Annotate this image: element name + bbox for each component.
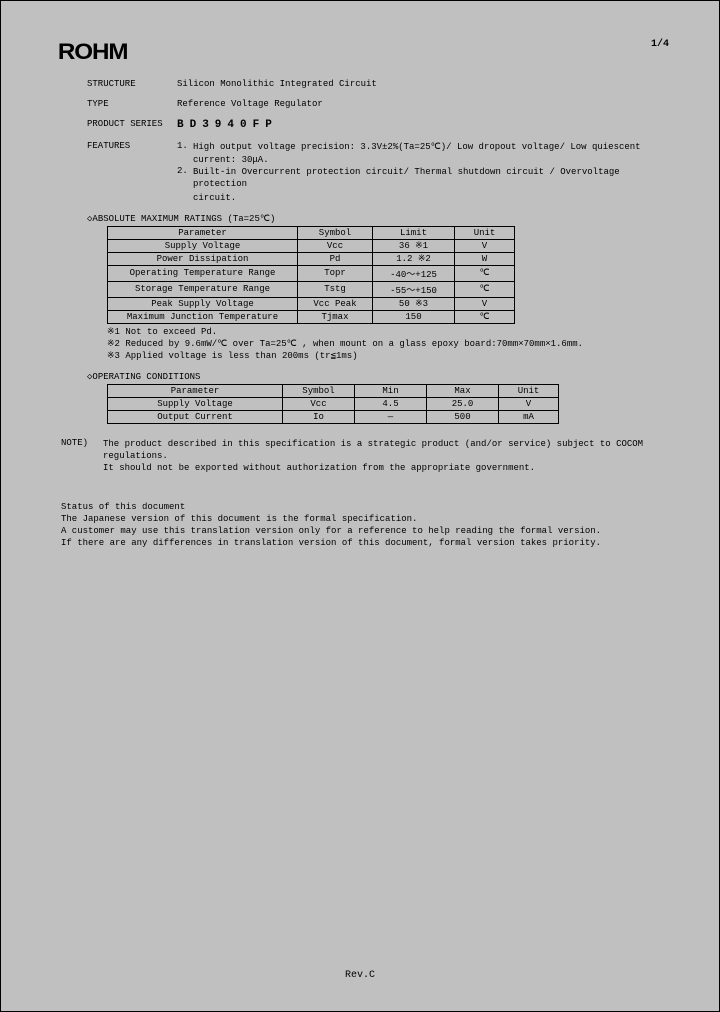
cell: ℃ [455,281,515,297]
page-number: 1/4 [651,39,669,50]
feature-num: 2. [177,166,193,190]
cell: Output Current [108,411,283,424]
cell: 25.0 [427,398,499,411]
op-cond-table: Parameter Symbol Min Max Unit Supply Vol… [107,384,559,424]
cell: Storage Temperature Range [108,281,298,297]
table-row: Output CurrentIo—500mA [108,411,559,424]
th-symbol: Symbol [298,226,373,239]
cell: Tstg [298,281,373,297]
feature-cont: circuit. [177,192,669,204]
cell: 500 [427,411,499,424]
cell: — [355,411,427,424]
table-row: Power DissipationPd1.2 ※2W [108,252,515,265]
table-row: Peak Supply VoltageVcc Peak50 ※3V [108,297,515,310]
feature-num: 1. [177,141,193,153]
type-value: Reference Voltage Regulator [177,99,669,109]
status-line: A customer may use this translation vers… [61,525,669,537]
revision: Rev.C [1,970,719,981]
cell: Peak Supply Voltage [108,297,298,310]
status-line: Status of this document [61,501,669,513]
cell: 150 [373,310,455,323]
status-line: If there are any differences in translat… [61,537,669,549]
abs-max-title: ◇ABSOLUTE MAXIMUM RATINGS (Ta=25℃) [87,214,669,224]
cell: Vcc [283,398,355,411]
note-line: ※2 Reduced by 9.6mW/℃ over Ta=25℃ , when… [107,338,669,350]
note-text: The product described in this specificat… [103,438,669,474]
product-series: BD3940FP [177,119,669,131]
cell: 36 ※1 [373,239,455,252]
cell: 1.2 ※2 [373,252,455,265]
th-unit: Unit [499,385,559,398]
cell: Maximum Junction Temperature [108,310,298,323]
cell: Supply Voltage [108,398,283,411]
cell: Topr [298,265,373,281]
th-unit: Unit [455,226,515,239]
cell: Power Dissipation [108,252,298,265]
note-line: ※3 Applied voltage is less than 200ms (t… [107,350,669,362]
note-line: ※1 Not to exceed Pd. [107,326,669,338]
features-list: 1. High output voltage precision: 3.3V±2… [177,141,669,204]
abs-max-notes: ※1 Not to exceed Pd. ※2 Reduced by 9.6mW… [107,326,669,362]
th-min: Min [355,385,427,398]
cell: mA [499,411,559,424]
cell: Vcc Peak [298,297,373,310]
th-symbol: Symbol [283,385,355,398]
table-row: Operating Temperature RangeTopr-40～+125℃ [108,265,515,281]
cell: Supply Voltage [108,239,298,252]
cell: 50 ※3 [373,297,455,310]
th-limit: Limit [373,226,455,239]
cell: -40～+125 [373,265,455,281]
abs-max-table: Parameter Symbol Limit Unit Supply Volta… [107,226,515,324]
structure-label: STRUCTURE [87,79,177,89]
note-line: It should not be exported without author… [103,462,669,474]
cell: ℃ [455,310,515,323]
cell: Operating Temperature Range [108,265,298,281]
series-label: PRODUCT SERIES [87,119,177,131]
structure-value: Silicon Monolithic Integrated Circuit [177,79,669,89]
th-param: Parameter [108,385,283,398]
th-max: Max [427,385,499,398]
type-label: TYPE [87,99,177,109]
note-label: NOTE) [61,438,103,474]
cell: Pd [298,252,373,265]
cell: Vcc [298,239,373,252]
feature-text: High output voltage precision: 3.3V±2%(T… [193,141,669,153]
cell: 4.5 [355,398,427,411]
logo: ROHM [58,39,128,65]
th-param: Parameter [108,226,298,239]
op-cond-title: ◇OPERATING CONDITIONS [87,372,669,382]
feature-cont: current: 30μA. [177,154,669,166]
feature-text: Built-in Overcurrent protection circuit/… [193,166,669,190]
cell: V [455,297,515,310]
cell: V [455,239,515,252]
table-row: Supply VoltageVcc4.525.0V [108,398,559,411]
cell: Tjmax [298,310,373,323]
cell: -55～+150 [373,281,455,297]
status-block: Status of this document The Japanese ver… [61,501,669,550]
cell: W [455,252,515,265]
cell: ℃ [455,265,515,281]
table-row: Storage Temperature RangeTstg-55～+150℃ [108,281,515,297]
cell: V [499,398,559,411]
table-row: Supply VoltageVcc36 ※1V [108,239,515,252]
table-row: Maximum Junction TemperatureTjmax150℃ [108,310,515,323]
cell: Io [283,411,355,424]
note-line: The product described in this specificat… [103,438,669,462]
features-label: FEATURES [87,141,177,204]
status-line: The Japanese version of this document is… [61,513,669,525]
